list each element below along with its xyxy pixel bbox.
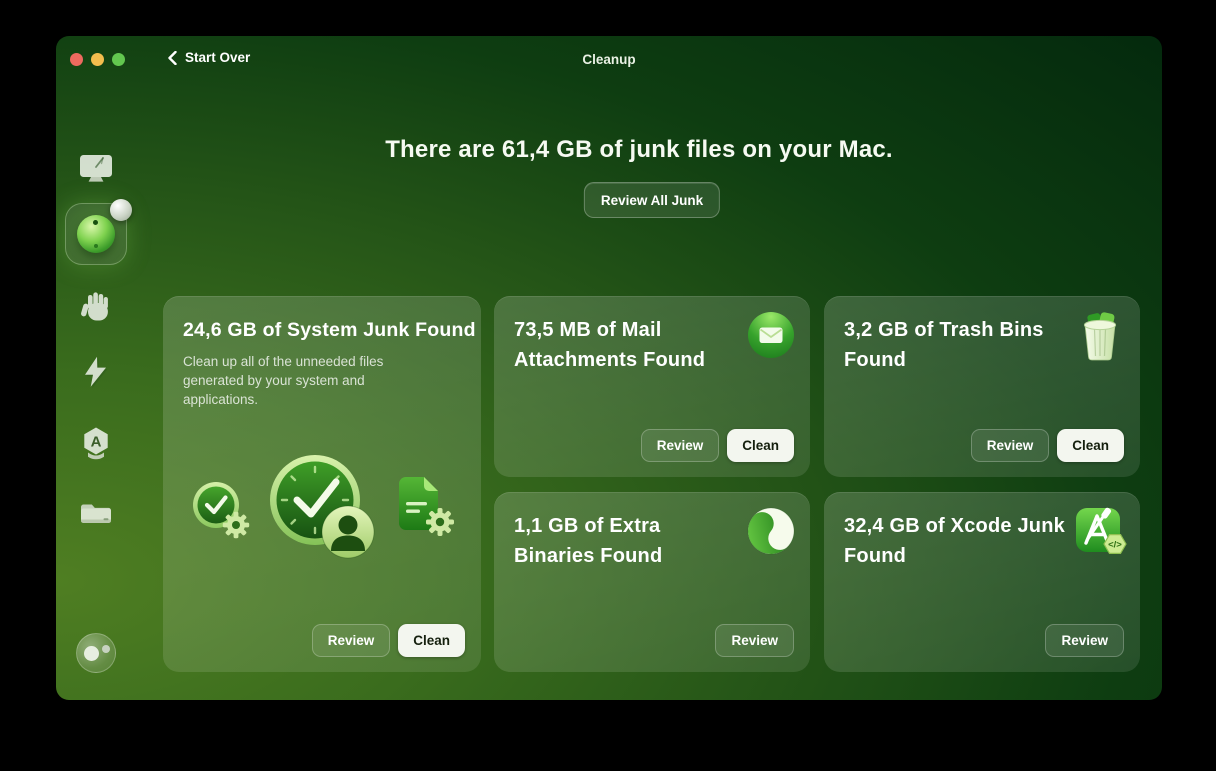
app-badge-icon: A — [84, 427, 108, 460]
document-gear-icon — [399, 477, 454, 536]
card-description: Clean up all of the unneeded files gener… — [183, 354, 384, 407]
sidebar-item-files[interactable] — [79, 498, 113, 530]
trash-bin-icon — [1083, 312, 1117, 361]
junk-summary-heading: There are 61,4 GB of junk files on your … — [385, 136, 893, 163]
desktop-background: Start Over Cleanup A There are 61,4 GB o… — [0, 0, 1216, 771]
sidebar: A — [56, 36, 136, 700]
code-badge-label: </> — [1108, 540, 1122, 551]
review-button[interactable]: Review — [715, 624, 794, 657]
window-title: Cleanup — [582, 52, 636, 67]
card-title: 73,5 MB of Mail Attachments Found — [514, 319, 706, 371]
folder-icon — [81, 504, 111, 523]
sidebar-item-smart-scan[interactable] — [79, 153, 113, 189]
lightning-icon — [85, 356, 108, 389]
review-button[interactable]: Review — [311, 624, 391, 657]
hand-icon — [81, 292, 108, 321]
review-all-junk-button[interactable]: Review All Junk — [583, 182, 721, 218]
sidebar-item-protection[interactable] — [81, 289, 112, 328]
mail-attachments-card[interactable]: 73,5 MB of Mail Attachments Found Review… — [494, 296, 810, 477]
sidebar-item-cleanup-selected[interactable] — [65, 199, 132, 265]
notification-orb-icon — [110, 199, 132, 221]
card-title: 1,1 GB of Extra Binaries Found — [514, 515, 663, 567]
xcode-icon: </> — [1076, 507, 1127, 555]
assistant-orb-icon[interactable] — [76, 633, 116, 673]
system-junk-illustration — [163, 454, 481, 604]
card-title: 32,4 GB of Xcode Junk Found — [844, 515, 1065, 567]
review-button[interactable]: Review — [1045, 624, 1124, 657]
sidebar-item-applications[interactable]: A — [80, 426, 113, 466]
imac-icon — [80, 155, 112, 182]
review-button[interactable]: Review — [640, 429, 720, 462]
trash-bins-card[interactable]: 3,2 GB of Trash Bins Found Review Clean — [824, 296, 1140, 477]
clean-button[interactable]: Clean — [1057, 429, 1124, 462]
clock-check-gear-icon — [193, 482, 250, 539]
review-button[interactable]: Review — [970, 429, 1050, 462]
xcode-junk-card[interactable]: </> 32,4 GB of Xcode Junk Found Review — [824, 492, 1140, 672]
sidebar-item-performance[interactable] — [83, 356, 109, 394]
app-window: Start Over Cleanup A There are 61,4 GB o… — [56, 36, 1162, 700]
extra-binaries-card[interactable]: 1,1 GB of Extra Binaries Found Review — [494, 492, 810, 672]
clean-button[interactable]: Clean — [398, 624, 465, 657]
clock-check-person-icon — [270, 455, 375, 559]
cleanup-sphere-icon — [77, 215, 115, 253]
clean-button[interactable]: Clean — [727, 429, 794, 462]
mail-icon — [748, 312, 794, 358]
svg-text:A: A — [91, 434, 102, 451]
card-title: 3,2 GB of Trash Bins Found — [844, 319, 1044, 371]
binaries-swirl-icon — [747, 507, 795, 555]
card-title: 24,6 GB of System Junk Found — [183, 319, 476, 341]
system-junk-card[interactable]: 24,6 GB of System Junk Found Clean up al… — [163, 296, 481, 672]
